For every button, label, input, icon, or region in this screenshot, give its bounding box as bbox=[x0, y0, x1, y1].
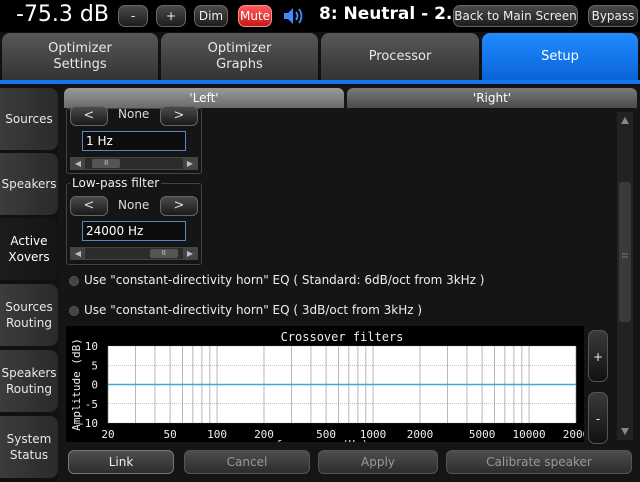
lowpass-title: Low-pass filter bbox=[70, 176, 162, 190]
sidebar-item-label: System bbox=[6, 432, 52, 446]
x-tick-label: 10000 bbox=[512, 428, 545, 441]
sidebar-item-label: Status bbox=[9, 448, 49, 462]
tab-setup[interactable]: Setup bbox=[482, 33, 638, 80]
y-axis-label: Amplitude (dB) bbox=[70, 338, 83, 431]
preset-name: 8: Neutral - 2.0 bbox=[319, 4, 465, 24]
x-tick-label: 2000 bbox=[407, 428, 434, 441]
x-tick-label: 100 bbox=[207, 428, 227, 441]
top-bar: -75.3 dB - + Dim Mute 8: Neutral - 2.0 B… bbox=[0, 0, 640, 32]
crossover-chart: Crossover filters 10 5 0 -5 -10 20 50 100 200 500 1… bbox=[66, 326, 584, 442]
sidebar-item-sources-routing[interactable]: Sources Routing bbox=[0, 284, 58, 346]
highpass-next-button[interactable]: > bbox=[160, 106, 198, 126]
slider-thumb[interactable]: II bbox=[149, 249, 178, 258]
lowpass-next-button[interactable]: > bbox=[160, 196, 198, 216]
sidebar-item-system-status[interactable]: System Status bbox=[0, 416, 58, 478]
volume-readout: -75.3 dB bbox=[16, 2, 109, 27]
back-to-main-button[interactable]: Back to Main Screen bbox=[453, 5, 578, 27]
slider-left-arrow-icon[interactable]: ◀ bbox=[71, 248, 85, 259]
lowpass-type-value: None bbox=[118, 198, 150, 212]
dim-button[interactable]: Dim bbox=[194, 5, 228, 27]
tab-underline bbox=[0, 80, 640, 84]
lowpass-frequency-slider[interactable]: ◀ II ▶ bbox=[70, 247, 198, 260]
slider-right-arrow-icon[interactable]: ▶ bbox=[183, 248, 197, 259]
content-scrollbar[interactable] bbox=[617, 112, 633, 440]
y-tick-label: 0 bbox=[91, 379, 98, 392]
slider-right-arrow-icon[interactable]: ▶ bbox=[183, 158, 197, 169]
x-tick-label: 5000 bbox=[469, 428, 496, 441]
calibrate-speaker-button[interactable]: Calibrate speaker bbox=[446, 450, 632, 474]
tab-optimizer-settings[interactable]: Optimizer Settings bbox=[2, 33, 158, 80]
sidebar-item-label: Routing bbox=[5, 316, 52, 330]
crossover-chart-svg: Crossover filters1050-5-1020 50 100 200 500 1… bbox=[70, 330, 584, 442]
x-tick-label: 50 bbox=[163, 428, 176, 441]
y-tick-label: -5 bbox=[85, 398, 98, 411]
eq-option-label[interactable]: Use "constant-directivity horn" EQ ( Sta… bbox=[84, 273, 484, 287]
lowpass-frequency-input[interactable]: 24000 Hz bbox=[82, 221, 186, 241]
link-button[interactable]: Link bbox=[68, 450, 174, 474]
slider-left-arrow-icon[interactable]: ◀ bbox=[71, 158, 85, 169]
sidebar-item-active-xovers[interactable]: Active Xovers bbox=[0, 218, 58, 280]
zoom-out-button[interactable]: - bbox=[588, 392, 608, 444]
highpass-prev-button[interactable]: < bbox=[70, 106, 108, 126]
highpass-frequency-slider[interactable]: ◀ II ▶ bbox=[70, 157, 198, 170]
apply-button[interactable]: Apply bbox=[318, 450, 438, 474]
main-tabs: Optimizer Settings Optimizer Graphs Proces… bbox=[0, 33, 640, 82]
x-tick-label: 2000 bbox=[563, 428, 584, 441]
bypass-button[interactable]: Bypass bbox=[588, 5, 638, 27]
tab-channel-right[interactable]: 'Right' bbox=[347, 88, 637, 108]
slider-thumb[interactable]: II bbox=[92, 159, 121, 168]
sidebar-item-label: Speakers bbox=[1, 366, 57, 380]
sidebar-item-label: Speakers bbox=[1, 177, 57, 191]
sidebar-item-label: Routing bbox=[5, 382, 52, 396]
highpass-frequency-input[interactable]: 1 Hz bbox=[82, 131, 186, 151]
tab-label: Optimizer bbox=[48, 40, 112, 56]
x-tick-label: 20 bbox=[101, 428, 114, 441]
sidebar-item-label: Xovers bbox=[8, 250, 50, 264]
sidebar-item-label: Active bbox=[10, 234, 48, 248]
volume-up-button[interactable]: + bbox=[156, 5, 186, 27]
chart-title: Crossover filters bbox=[281, 330, 404, 344]
tab-label: Optimizer bbox=[207, 40, 272, 56]
speaker-volume-icon[interactable] bbox=[282, 5, 306, 27]
cancel-button[interactable]: Cancel bbox=[184, 450, 310, 474]
tab-label: Graphs bbox=[216, 56, 263, 72]
eq-option-label[interactable]: Use "constant-directivity horn" EQ ( 3dB… bbox=[84, 303, 422, 317]
sidebar-item-speakers-routing[interactable]: Speakers Routing bbox=[0, 350, 58, 412]
tab-label: Processor bbox=[368, 48, 432, 64]
y-tick-label: 5 bbox=[91, 359, 98, 372]
y-tick-label: 10 bbox=[85, 340, 98, 353]
tab-label: Setup bbox=[541, 48, 579, 64]
eq-option-radio[interactable] bbox=[69, 276, 79, 286]
sidebar-item-speakers[interactable]: Speakers bbox=[0, 153, 58, 215]
mute-button[interactable]: Mute bbox=[238, 5, 272, 27]
volume-down-button[interactable]: - bbox=[118, 5, 148, 27]
sidebar-item-label: Sources bbox=[5, 112, 53, 126]
x-axis-label: frequency (Hz) bbox=[276, 438, 369, 442]
tab-processor[interactable]: Processor bbox=[321, 33, 479, 80]
x-tick-label: 200 bbox=[254, 428, 274, 441]
sidebar-item-label: Sources bbox=[5, 300, 53, 314]
tab-channel-left[interactable]: 'Left' bbox=[64, 88, 344, 108]
zoom-in-button[interactable]: + bbox=[588, 330, 608, 382]
lowpass-prev-button[interactable]: < bbox=[70, 196, 108, 216]
sidebar-item-sources[interactable]: Sources bbox=[0, 88, 58, 150]
eq-option-radio[interactable] bbox=[69, 306, 79, 316]
tab-label: Settings bbox=[53, 56, 107, 72]
scrollbar-thumb bbox=[619, 182, 631, 322]
highpass-type-value: None bbox=[118, 107, 150, 121]
tab-optimizer-graphs[interactable]: Optimizer Graphs bbox=[161, 33, 318, 80]
